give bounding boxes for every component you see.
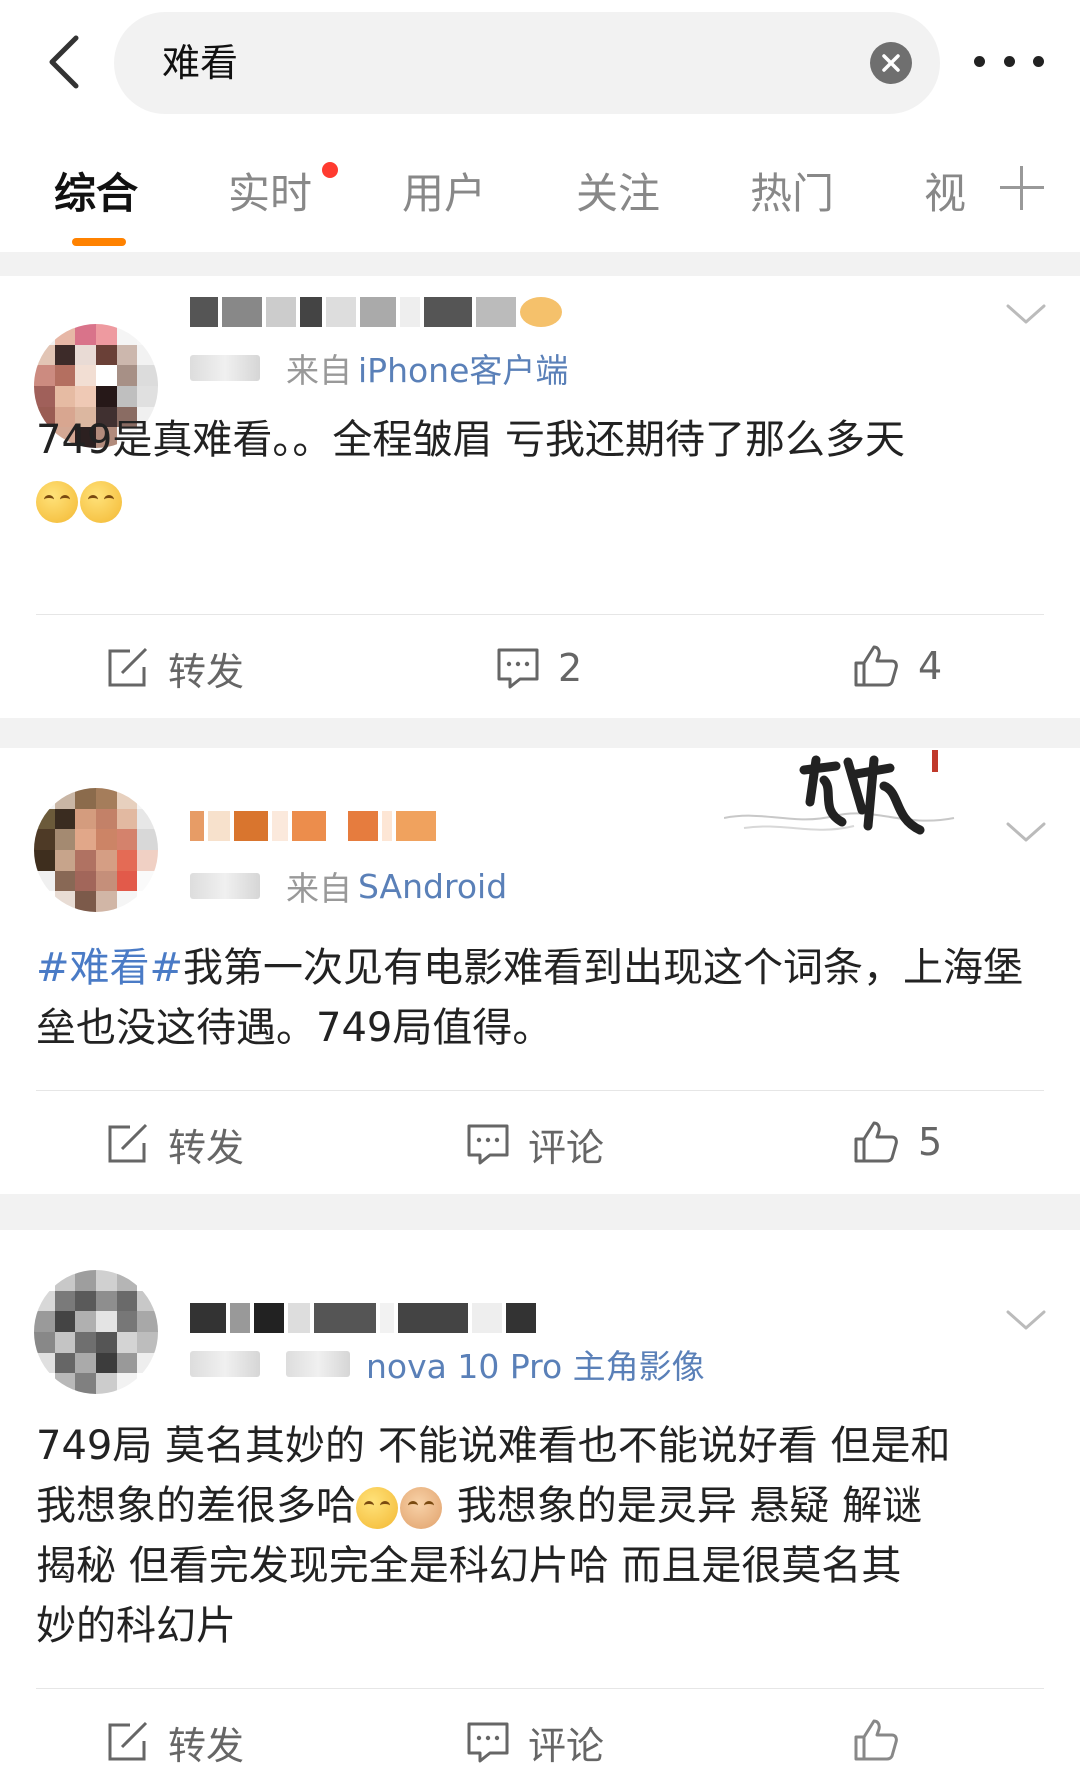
tab-comprehensive[interactable]: 综合 xyxy=(54,164,138,224)
post-text-line: 我想象的差很多哈 我想象的是灵异 悬疑 解谜 xyxy=(36,1476,1046,1536)
post-source[interactable]: SAndroid xyxy=(358,867,507,906)
post-meta: 来自 iPhone客户端 xyxy=(190,346,568,390)
like-button[interactable]: 5 xyxy=(852,1112,942,1172)
tab-users[interactable]: 用户 xyxy=(402,164,486,224)
search-query: 难看 xyxy=(162,41,239,85)
section-gap xyxy=(0,252,1080,276)
divider xyxy=(36,614,1044,615)
timestamp-blurred xyxy=(190,1351,260,1377)
source-prefix: 来自 xyxy=(286,869,352,908)
comment-button[interactable]: 评论 xyxy=(466,1114,604,1174)
repost-button[interactable]: 转发 xyxy=(106,1712,244,1766)
repost-button[interactable]: 转发 xyxy=(106,1114,244,1174)
section-gap xyxy=(0,1194,1080,1230)
repost-icon xyxy=(108,1721,148,1761)
source-prefix: 来自 xyxy=(286,351,352,390)
comment-label: 评论 xyxy=(528,1125,605,1170)
hashtag-link[interactable]: #难看# xyxy=(36,945,183,991)
chevron-down-icon[interactable] xyxy=(1004,292,1048,336)
post-text-line: 妙的科幻片 xyxy=(36,1603,236,1649)
avatar[interactable] xyxy=(34,1270,158,1394)
comment-icon xyxy=(467,1124,509,1165)
clap-emoji-icon xyxy=(400,1487,442,1529)
laughing-emoji-icon xyxy=(356,1487,398,1529)
active-tab-indicator xyxy=(72,238,126,246)
username-blurred[interactable] xyxy=(190,1296,536,1340)
post-text-line: 揭秘 但看完发现完全是科幻片哈 而且是很莫名其 xyxy=(36,1543,902,1589)
timestamp-blurred xyxy=(190,355,260,381)
new-indicator-dot xyxy=(322,162,338,178)
timestamp-blurred xyxy=(190,873,260,899)
comment-button[interactable]: 2 xyxy=(496,638,582,698)
post-text: 749是真难看。。全程皱眉 亏我还期待了那么多天 xyxy=(36,417,906,463)
like-count: 5 xyxy=(918,1120,943,1164)
post-source[interactable]: nova 10 Pro 主角影像 xyxy=(366,1340,705,1388)
tab-hot[interactable]: 热门 xyxy=(750,164,834,224)
post-text-segment: 我想象的差很多哈 xyxy=(36,1483,356,1529)
repost-button[interactable]: 转发 xyxy=(106,638,244,698)
post-content: #难看#我第一次见有电影难看到出现这个词条，上海堡垒也没这待遇。749局值得。 xyxy=(36,938,1046,1058)
chevron-down-icon[interactable] xyxy=(1004,1298,1048,1342)
calligraphy-badge-icon xyxy=(724,750,955,835)
more-options-icon[interactable] xyxy=(974,46,1044,76)
post-source[interactable]: iPhone客户端 xyxy=(358,344,568,392)
username-blurred[interactable] xyxy=(190,804,436,848)
post-meta: nova 10 Pro 主角影像 xyxy=(190,1342,705,1386)
divider xyxy=(36,1090,1044,1091)
divider xyxy=(36,1688,1044,1689)
source-prefix-blurred xyxy=(286,1351,350,1377)
comment-button[interactable]: 评论 xyxy=(466,1712,604,1766)
emoji-icon xyxy=(36,481,78,523)
tab-following[interactable]: 关注 xyxy=(576,164,660,224)
thumbs-up-icon xyxy=(854,645,898,687)
like-count: 4 xyxy=(918,644,943,688)
emoji-icon xyxy=(80,481,122,523)
post-card: 来自 iPhone客户端 749是真难看。。全程皱眉 亏我还期待了那么多天 转发… xyxy=(0,276,1080,718)
search-tabs: 综合 实时 用户 关注 热门 视 xyxy=(0,122,1080,252)
username-blurred[interactable] xyxy=(190,290,562,334)
post-meta: 来自 SAndroid xyxy=(190,864,507,908)
clear-search-icon[interactable] xyxy=(870,42,912,84)
tab-video[interactable]: 视 xyxy=(924,164,966,224)
post-text-line: 749局 莫名其妙的 不能说难看也不能说好看 但是和 xyxy=(36,1423,951,1469)
thumbs-up-icon xyxy=(854,1121,898,1163)
repost-label: 转发 xyxy=(168,1125,245,1170)
comment-label: 评论 xyxy=(528,1723,605,1766)
search-input[interactable]: 难看 xyxy=(114,12,940,114)
avatar[interactable] xyxy=(34,788,158,912)
post-content: 749局 莫名其妙的 不能说难看也不能说好看 但是和 我想象的差很多哈 我想象的… xyxy=(36,1416,1046,1656)
like-button[interactable] xyxy=(852,1710,918,1766)
add-tab-icon[interactable] xyxy=(1000,166,1044,210)
post-content: 749是真难看。。全程皱眉 亏我还期待了那么多天 xyxy=(36,410,1046,530)
chevron-down-icon[interactable] xyxy=(1004,810,1048,854)
like-button[interactable]: 4 xyxy=(852,636,942,696)
repost-icon xyxy=(108,1123,148,1163)
search-header: 难看 xyxy=(0,0,1080,122)
repost-icon xyxy=(108,647,148,687)
comment-count: 2 xyxy=(558,646,583,690)
comment-icon xyxy=(497,648,539,689)
post-text: 我第一次见有电影难看到出现这个词条，上海堡垒也没这待遇。749局值得。 xyxy=(36,945,1024,1051)
thumbs-up-icon xyxy=(854,1719,898,1761)
post-text-segment: 我想象的是灵异 悬疑 解谜 xyxy=(444,1483,923,1529)
comment-icon xyxy=(467,1722,509,1763)
repost-label: 转发 xyxy=(168,649,245,694)
tab-realtime[interactable]: 实时 xyxy=(228,164,312,224)
post-card: nova 10 Pro 主角影像 749局 莫名其妙的 不能说难看也不能说好看 … xyxy=(0,1230,1080,1766)
repost-label: 转发 xyxy=(168,1723,245,1766)
back-icon[interactable] xyxy=(38,30,88,94)
